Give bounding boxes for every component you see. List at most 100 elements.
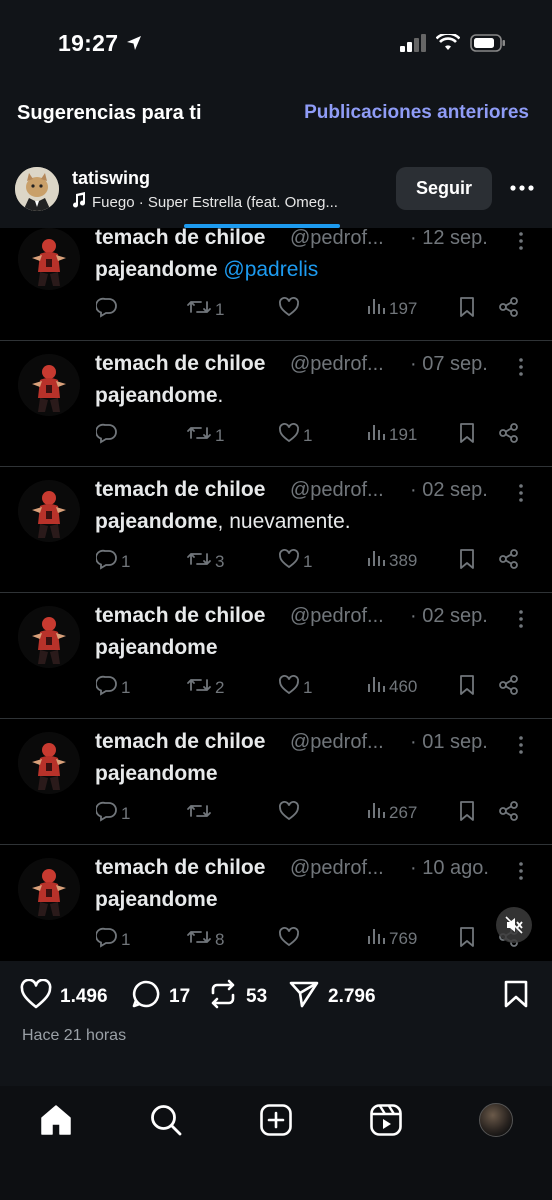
tweet-bookmark-button[interactable]: [457, 548, 477, 575]
avatar[interactable]: [15, 167, 59, 211]
home-icon[interactable]: [38, 1102, 74, 1138]
tweet-avatar[interactable]: [18, 732, 80, 794]
tweet-more-icon[interactable]: [512, 230, 530, 252]
tweet-more-icon[interactable]: [512, 482, 530, 504]
tweet-bookmark-button[interactable]: [457, 422, 477, 449]
tweet-bookmark-button[interactable]: [457, 296, 477, 323]
tweet-reply-button[interactable]: [95, 422, 121, 449]
tweet-reply-button[interactable]: 1: [95, 548, 130, 575]
post-username[interactable]: tatiswing: [72, 168, 150, 189]
tweet-retweet-button[interactable]: 8: [186, 926, 224, 953]
tweet-avatar[interactable]: [18, 480, 80, 542]
tweet-row[interactable]: temach de chiloe @pedrof... · 02 sep. pajea…: [0, 466, 552, 593]
tweet-views[interactable]: 197: [366, 296, 417, 321]
profile-avatar[interactable]: [478, 1102, 514, 1138]
tweet-date[interactable]: · 01 sep.: [410, 731, 488, 754]
tweet-avatar[interactable]: [18, 606, 80, 668]
tweet-date[interactable]: · 12 sep.: [410, 228, 488, 250]
tweet-retweet-button[interactable]: 2: [186, 674, 224, 701]
tweet-reply-button[interactable]: 1: [95, 800, 130, 827]
tweet-row[interactable]: temach de chiloe @pedrof... · 02 sep. pajea…: [0, 592, 552, 719]
tweet-author-name[interactable]: temach de chiloe: [95, 228, 265, 250]
tweet-reply-button[interactable]: 1: [95, 926, 130, 953]
search-icon[interactable]: [148, 1102, 184, 1138]
previous-posts-link[interactable]: Publicaciones anteriores: [304, 102, 529, 124]
tweet-avatar[interactable]: [18, 354, 80, 416]
tweet-share-button[interactable]: [498, 800, 520, 827]
tweet-views[interactable]: 191: [366, 422, 417, 447]
tweet-more-icon[interactable]: [512, 356, 530, 378]
tweet-views[interactable]: 769: [366, 926, 417, 951]
tweet-avatar[interactable]: [18, 858, 80, 920]
tweet-more-icon[interactable]: [512, 608, 530, 630]
tweet-retweet-button[interactable]: 1: [186, 296, 224, 323]
like-group[interactable]: 1.496: [20, 978, 108, 1015]
tweet-more-icon[interactable]: [512, 860, 530, 882]
mute-icon[interactable]: [496, 907, 532, 943]
tweet-retweet-button[interactable]: [186, 800, 215, 827]
tweet-share-button[interactable]: [498, 296, 520, 323]
tweet-reply-button[interactable]: 1: [95, 674, 130, 701]
tweet-row[interactable]: temach de chiloe @pedrof... · 12 sep. pajea…: [0, 228, 552, 341]
tweet-row[interactable]: temach de chiloe @pedrof... · 10 ago. pajea…: [0, 844, 552, 961]
retweet-count: 3: [215, 551, 225, 571]
tweet-handle[interactable]: @pedrof...: [290, 353, 384, 376]
tweet-bookmark-button[interactable]: [457, 926, 477, 953]
tweet-share-button[interactable]: [498, 674, 520, 701]
tweet-bookmark-button[interactable]: [457, 800, 477, 827]
tweet-handle[interactable]: @pedrof...: [290, 228, 384, 250]
tweet-views[interactable]: 389: [366, 548, 417, 573]
comment-group[interactable]: 17: [131, 979, 190, 1015]
more-options-icon[interactable]: [508, 178, 536, 198]
send-icon[interactable]: [288, 979, 320, 1015]
post-song[interactable]: Fuego · Super Estrella (feat. Omeg...: [72, 192, 338, 212]
tweet-views[interactable]: 267: [366, 800, 417, 825]
tweet-share-button[interactable]: [498, 422, 520, 449]
tweet-mention[interactable]: @padrelis: [218, 258, 318, 281]
tweet-views[interactable]: 460: [366, 674, 417, 699]
tweet-author-name[interactable]: temach de chiloe: [95, 478, 265, 502]
tweet-date[interactable]: · 02 sep.: [410, 605, 488, 628]
save-group[interactable]: [502, 979, 530, 1015]
tweet-handle[interactable]: @pedrof...: [290, 479, 384, 502]
share-group[interactable]: 2.796: [288, 979, 376, 1015]
tweet-retweet-button[interactable]: 1: [186, 422, 224, 449]
retweet-count: 2: [215, 677, 225, 697]
tweet-bookmark-button[interactable]: [457, 674, 477, 701]
create-icon[interactable]: [258, 1102, 294, 1138]
tweet-like-button[interactable]: 1: [278, 422, 312, 449]
tweet-date[interactable]: · 10 ago.: [410, 857, 489, 880]
tweet-handle[interactable]: @pedrof...: [290, 857, 384, 880]
tweet-author-name[interactable]: temach de chiloe: [95, 856, 265, 880]
bookmark-icon[interactable]: [502, 979, 530, 1015]
tweet-like-button[interactable]: 1: [278, 674, 312, 701]
heart-icon[interactable]: [20, 978, 52, 1015]
tweet-like-button[interactable]: [278, 926, 303, 953]
tweet-author-name[interactable]: temach de chiloe: [95, 730, 265, 754]
tweet-handle[interactable]: @pedrof...: [290, 605, 384, 628]
tweet-like-button[interactable]: [278, 296, 303, 323]
tweet-like-button[interactable]: 1: [278, 548, 312, 575]
tweet-avatar[interactable]: [18, 228, 80, 290]
comment-icon[interactable]: [131, 979, 161, 1015]
reels-icon[interactable]: [368, 1102, 404, 1138]
tweet-retweet-button[interactable]: 3: [186, 548, 224, 575]
tweet-row[interactable]: temach de chiloe @pedrof... · 01 sep. pajea…: [0, 718, 552, 845]
tweet-author-name[interactable]: temach de chiloe: [95, 352, 265, 376]
tweet-handle[interactable]: @pedrof...: [290, 731, 384, 754]
tweet-more-icon[interactable]: [512, 734, 530, 756]
reply-icon: [95, 674, 118, 701]
follow-button[interactable]: Seguir: [396, 167, 492, 210]
tweet-reply-button[interactable]: [95, 296, 121, 323]
tweet-date[interactable]: · 07 sep.: [410, 353, 488, 376]
tweet-share-button[interactable]: [498, 548, 520, 575]
tweet-author-name[interactable]: temach de chiloe: [95, 604, 265, 628]
tweet-date[interactable]: · 02 sep.: [410, 479, 488, 502]
repost-group[interactable]: 53: [208, 979, 267, 1015]
tweet-like-button[interactable]: [278, 800, 303, 827]
post-header: tatiswing Fuego · Super Estrella (feat. …: [0, 160, 552, 220]
repost-icon[interactable]: [208, 979, 238, 1015]
tweet-row[interactable]: temach de chiloe @pedrof... · 07 sep. pajea…: [0, 340, 552, 467]
post-timestamp: Hace 21 horas: [22, 1027, 127, 1044]
post-media[interactable]: temach de chiloe @pedrof... · 12 sep. pajea…: [0, 228, 552, 961]
